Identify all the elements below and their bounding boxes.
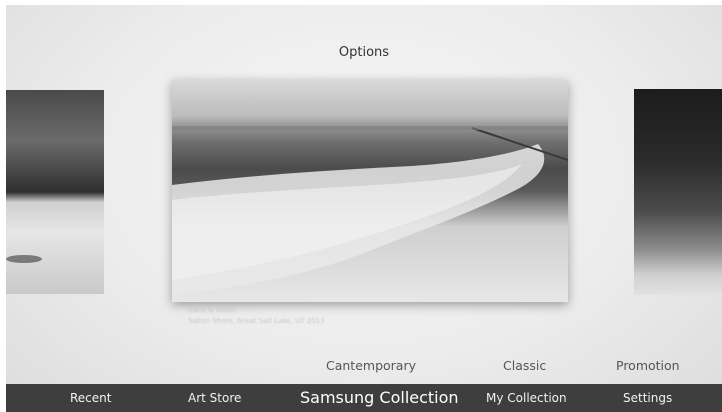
nav-settings[interactable]: Settings xyxy=(623,384,672,412)
bottom-navigation-bar: Recent Art Store Samsung Collection My C… xyxy=(6,384,722,412)
subcategory-row: Cantemporary Classic Promotion xyxy=(6,358,722,378)
artwork-thumbnail-right[interactable] xyxy=(634,89,722,295)
nav-art-store[interactable]: Art Store xyxy=(188,384,241,412)
subcategory-promotion[interactable]: Promotion xyxy=(616,358,680,373)
options-label[interactable]: Options xyxy=(6,45,722,60)
artwork-landscape-image xyxy=(172,126,568,295)
artwork-caption-title: Sand & Water xyxy=(188,306,237,314)
nav-recent[interactable]: Recent xyxy=(70,384,111,412)
nav-samsung-collection[interactable]: Samsung Collection xyxy=(300,384,459,412)
subcategory-classic[interactable]: Classic xyxy=(503,358,546,373)
artwork-focused[interactable] xyxy=(172,80,568,302)
artwork-caption-details: Salton Shore, Great Salt Lake, UT 2013 xyxy=(188,317,325,325)
subcategory-cantemporary[interactable]: Cantemporary xyxy=(326,358,416,373)
art-mode-screen: Options Sand & Water Salton Shore, Great… xyxy=(6,5,722,412)
artwork-rock-detail xyxy=(6,255,42,263)
artwork-caption: Sand & Water Salton Shore, Great Salt La… xyxy=(188,305,325,327)
nav-my-collection[interactable]: My Collection xyxy=(486,384,567,412)
artwork-thumbnail-left[interactable] xyxy=(6,90,104,294)
